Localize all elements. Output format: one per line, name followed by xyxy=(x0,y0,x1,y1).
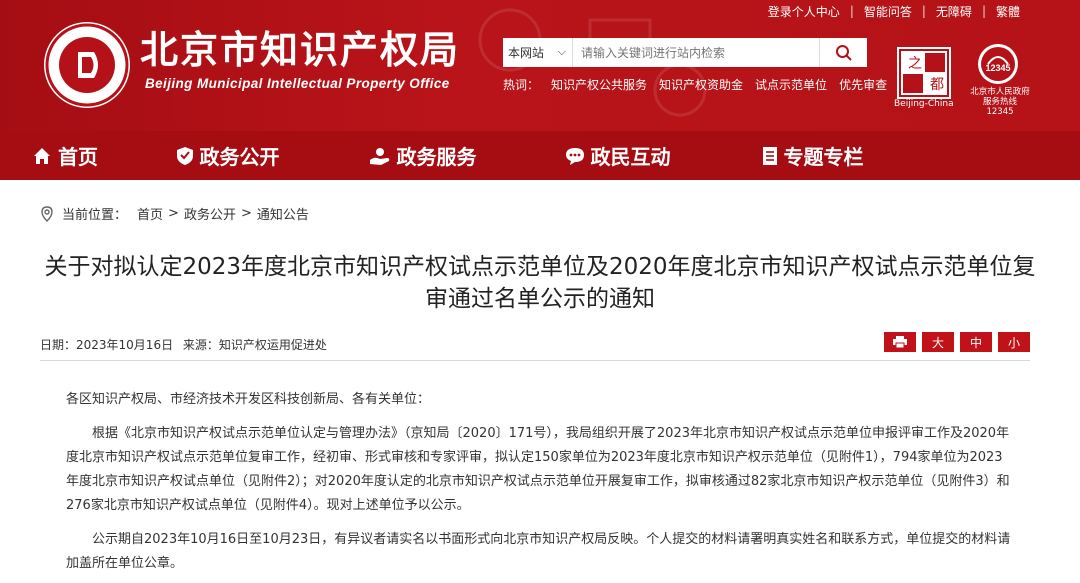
accessibility-link[interactable]: 无障碍 xyxy=(936,3,972,20)
hot-word-link[interactable]: 知识产权资助金 xyxy=(659,76,743,93)
hot-word-link[interactable]: 知识产权公共服务 xyxy=(551,76,647,93)
nav-item-gov-affairs[interactable]: 政务公开 xyxy=(130,131,325,180)
svg-text:都: 都 xyxy=(930,77,944,93)
site-subtitle: Beijing Municipal Intellectual Property … xyxy=(145,76,450,91)
qa-link[interactable]: 智能问答 xyxy=(864,3,912,20)
search-scope-select[interactable]: 本网站 ⌵ xyxy=(503,38,573,67)
article-source: 来源：知识产权运用促进处 xyxy=(182,338,327,352)
search-input[interactable] xyxy=(573,38,819,67)
article-meta: 日期：2023年10月16日 来源：知识产权运用促进处 xyxy=(40,336,327,353)
article-title: 关于对拟认定2023年度北京市知识产权试点示范单位及2020年度北京市知识产权试… xyxy=(44,254,1036,312)
doc-icon xyxy=(762,146,778,166)
nav-item-interaction[interactable]: 政民互动 xyxy=(520,131,715,180)
svg-text:之: 之 xyxy=(908,56,922,72)
search-icon xyxy=(835,44,852,61)
nav-item-home[interactable]: 首页 xyxy=(0,131,130,180)
site-search: 本网站 ⌵ xyxy=(503,38,867,67)
search-button[interactable] xyxy=(819,38,867,67)
hotline-caption: 北京市人民政府服务热线12345 xyxy=(970,87,1030,117)
login-link[interactable]: 登录个人中心 xyxy=(768,3,840,20)
paragraph: 根据《北京市知识产权试点示范单位认定与管理办法》（京知局〔2020〕171号），… xyxy=(66,426,1010,513)
divider xyxy=(40,360,1030,361)
capital-logo[interactable]: 之 都 xyxy=(897,47,951,99)
capital-seal-icon: 之 都 xyxy=(899,49,949,97)
breadcrumb-notices[interactable]: 通知公告 xyxy=(257,204,309,223)
hand-icon xyxy=(369,146,391,166)
site-header: 登录个人中心 | 智能问答 | 无障碍 | 繁體 北京市知识产权局 Beijin… xyxy=(0,0,1080,131)
shield-icon xyxy=(176,146,194,166)
print-button[interactable] xyxy=(884,332,916,352)
hot-word-link[interactable]: 优先审查 xyxy=(839,76,887,93)
font-medium-button[interactable]: 中 xyxy=(960,332,992,352)
publish-date: 日期：2023年10月16日 xyxy=(40,338,174,352)
hotline-icon: 12345 xyxy=(981,47,1015,81)
font-large-button[interactable]: 大 xyxy=(922,332,954,352)
hotline-number: 12345 xyxy=(985,63,1010,73)
site-title: 北京市知识产权局 xyxy=(140,27,461,72)
hotline-logo[interactable]: 12345 xyxy=(978,44,1018,84)
main-nav: 首页 政务公开 政务服务 政民互动 专题专栏 xyxy=(0,131,1080,180)
chevron-down-icon: ⌵ xyxy=(557,45,566,58)
top-links: 登录个人中心 | 智能问答 | 无障碍 | 繁體 xyxy=(767,3,1020,20)
article-tools: 大 中 小 xyxy=(878,332,1030,352)
breadcrumb-home[interactable]: 首页 xyxy=(137,204,163,223)
office-logo[interactable] xyxy=(44,22,130,108)
location-pin-icon xyxy=(40,205,54,222)
paragraph: 公示期自2023年10月16日至10月23日，有异议者请实名以书面形式向北京市知… xyxy=(66,532,1011,571)
printer-icon xyxy=(893,336,907,348)
salutation: 各区知识产权局、市经济技术开发区科技创新局、各有关单位： xyxy=(66,392,431,407)
home-icon xyxy=(32,146,52,166)
capital-caption: Beijing-China xyxy=(894,99,954,109)
traditional-chinese-link[interactable]: 繁體 xyxy=(996,3,1020,20)
chat-icon xyxy=(565,146,585,166)
breadcrumb: 当前位置： 首页 > 政务公开 > 通知公告 xyxy=(40,204,309,223)
font-small-button[interactable]: 小 xyxy=(998,332,1030,352)
breadcrumb-gov-affairs[interactable]: 政务公开 xyxy=(184,204,236,223)
nav-item-topics[interactable]: 专题专栏 xyxy=(715,131,910,180)
article-body: 各区知识产权局、市经济技术开发区科技创新局、各有关单位： 根据《北京市知识产权试… xyxy=(66,388,1011,583)
hot-word-link[interactable]: 试点示范单位 xyxy=(755,76,827,93)
seal-icon xyxy=(45,23,129,107)
nav-item-gov-services[interactable]: 政务服务 xyxy=(325,131,520,180)
hot-words: 热词： 知识产权公共服务 知识产权资助金 试点示范单位 优先审查 xyxy=(503,76,888,93)
